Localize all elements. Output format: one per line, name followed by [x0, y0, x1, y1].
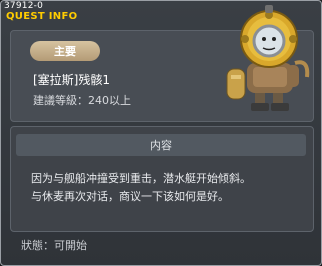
quest-status: 狀態：可開始: [21, 239, 87, 252]
quest-id: 37912-0: [4, 1, 44, 11]
window-title: QUEST INFO: [6, 11, 78, 22]
quest-description: 因为与舰船冲撞受到重击，潜水艇开始倾斜。 与休麦再次对话，商议一下该如何是好。: [31, 170, 251, 206]
quest-level-requirement: 建議等級：240以上: [33, 94, 131, 107]
quest-info-window: 37912-0 QUEST INFO 主要 [塞拉斯]残骸1 建議等級：240以…: [0, 0, 322, 266]
description-line: 与休麦再次对话，商议一下该如何是好。: [31, 190, 229, 203]
content-header: 内容: [16, 134, 306, 156]
description-line: 因为与舰船冲撞受到重击，潜水艇开始倾斜。: [31, 172, 251, 185]
quest-content-panel: 内容 因为与舰船冲撞受到重击，潜水艇开始倾斜。 与休麦再次对话，商议一下该如何是…: [10, 126, 314, 232]
quest-category-badge: 主要: [30, 41, 100, 61]
diver-npc-icon: [226, 5, 310, 111]
quest-name: [塞拉斯]残骸1: [33, 73, 110, 87]
